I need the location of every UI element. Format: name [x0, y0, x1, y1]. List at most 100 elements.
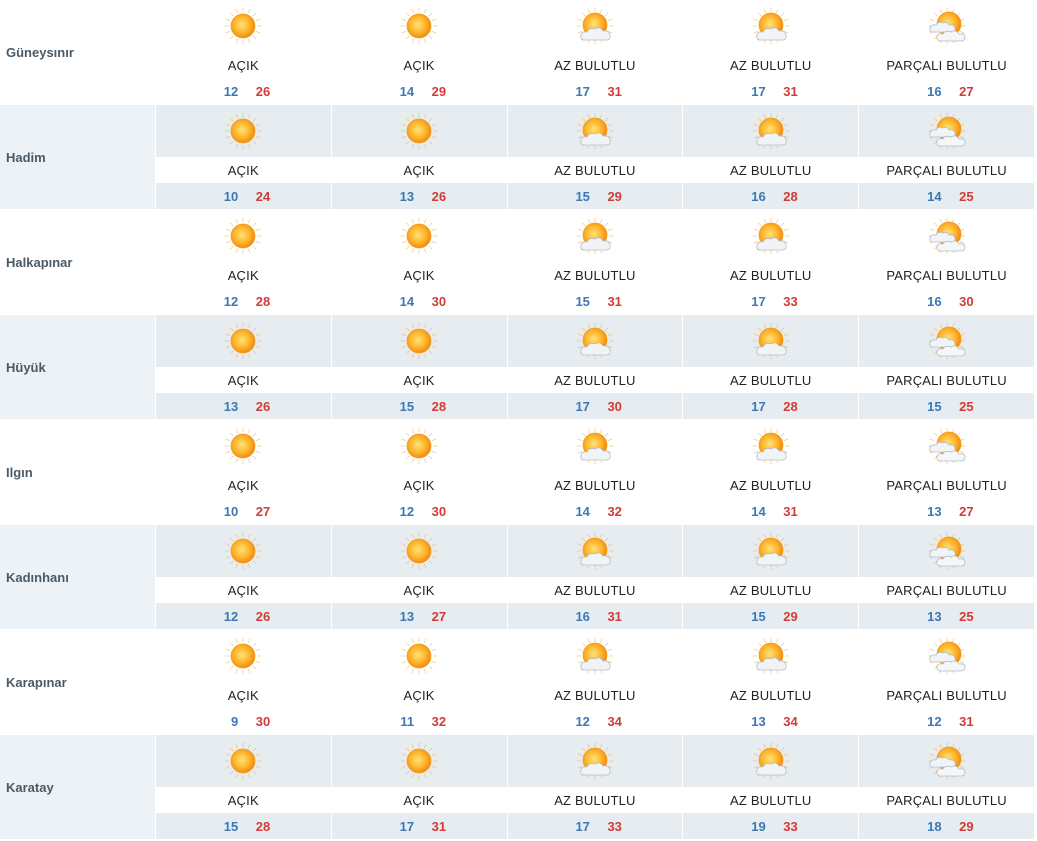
min-temp: 14 [399, 293, 415, 309]
sun-cloud-icon [575, 531, 615, 571]
condition-label: AÇIK [155, 472, 331, 498]
forecast-day-cell: AZ BULUTLU 15 29 [682, 525, 859, 629]
city-name[interactable]: Hüyük [0, 315, 155, 419]
min-temp: 17 [751, 293, 766, 309]
temperature-band: 15 28 [155, 813, 331, 839]
icon-band [507, 420, 683, 472]
icon-band [331, 105, 507, 157]
forecast-day-cell: AZ BULUTLU 17 33 [506, 735, 683, 839]
sun-cloud-icon [751, 636, 791, 676]
min-temp: 16 [575, 608, 590, 624]
sun-icon [223, 741, 263, 781]
icon-band [155, 210, 331, 262]
max-temp: 31 [783, 503, 798, 519]
temperature-band: 17 31 [683, 78, 859, 104]
temperature-band: 12 28 [155, 288, 331, 314]
condition-label: AÇIK [155, 577, 331, 603]
city-name[interactable]: Güneysınır [0, 0, 155, 104]
max-temp: 28 [783, 188, 798, 204]
temperature-band: 10 27 [155, 498, 331, 524]
condition-label: AZ BULUTLU [507, 262, 683, 288]
icon-band [155, 105, 331, 157]
max-temp: 29 [607, 188, 622, 204]
temperature-band: 16 27 [859, 78, 1034, 104]
forecast-day-cell: PARÇALI BULUTLU 12 31 [858, 630, 1034, 734]
forecast-day-cell: AZ BULUTLU 17 31 [682, 0, 859, 104]
temperature-band: 14 32 [507, 498, 683, 524]
min-temp: 17 [399, 818, 415, 834]
min-temp: 10 [223, 503, 239, 519]
condition-label: PARÇALI BULUTLU [859, 577, 1034, 603]
min-temp: 17 [751, 83, 766, 99]
condition-label: AÇIK [331, 262, 507, 288]
city-name[interactable]: Kadınhanı [0, 525, 155, 629]
min-temp: 12 [223, 608, 239, 624]
city-name[interactable]: Halkapınar [0, 210, 155, 314]
city-name[interactable]: Karapınar [0, 630, 155, 734]
icon-band [683, 630, 859, 682]
icon-band [331, 735, 507, 787]
icon-band [331, 315, 507, 367]
max-temp: 26 [431, 188, 447, 204]
forecast-table: Güneysınır AÇIK 12 26 AÇIK 14 29 AZ BULU… [0, 0, 1034, 840]
condition-label: AÇIK [331, 472, 507, 498]
icon-band [331, 0, 507, 52]
condition-label: AÇIK [331, 367, 507, 393]
min-temp: 17 [575, 818, 590, 834]
condition-label: AZ BULUTLU [507, 472, 683, 498]
min-temp: 17 [575, 398, 590, 414]
sun-icon [399, 111, 439, 151]
forecast-day-cell: AÇIK 15 28 [154, 735, 331, 839]
forecast-day-cell: AÇIK 13 27 [330, 525, 507, 629]
max-temp: 30 [431, 293, 447, 309]
min-temp: 10 [223, 188, 239, 204]
forecast-day-cell: AZ BULUTLU 17 30 [506, 315, 683, 419]
min-temp: 16 [927, 293, 942, 309]
temperature-band: 13 27 [859, 498, 1034, 524]
max-temp: 28 [255, 818, 271, 834]
min-temp: 13 [927, 503, 942, 519]
sun-cloud-icon [751, 216, 791, 256]
max-temp: 33 [783, 818, 798, 834]
max-temp: 30 [255, 713, 271, 729]
forecast-day-cell: AÇIK 12 26 [154, 0, 331, 104]
min-temp: 14 [927, 188, 942, 204]
condition-label: AZ BULUTLU [507, 682, 683, 708]
temperature-band: 15 29 [507, 183, 683, 209]
forecast-row: Ilgın AÇIK 10 27 AÇIK 12 30 AZ BULUTLU 1… [0, 420, 1034, 525]
min-temp: 14 [399, 83, 415, 99]
partly-cloudy-icon [927, 216, 967, 256]
min-temp: 15 [751, 608, 766, 624]
max-temp: 29 [431, 83, 447, 99]
city-name[interactable]: Ilgın [0, 420, 155, 524]
icon-band [507, 735, 683, 787]
temperature-band: 12 26 [155, 603, 331, 629]
condition-label: AÇIK [155, 157, 331, 183]
temperature-band: 12 34 [507, 708, 683, 734]
forecast-day-cell: PARÇALI BULUTLU 15 25 [858, 315, 1034, 419]
city-name[interactable]: Karatay [0, 735, 155, 839]
icon-band [683, 105, 859, 157]
temperature-band: 15 29 [683, 603, 859, 629]
forecast-row: Karapınar AÇIK 9 30 AÇIK 11 32 AZ BULUTL… [0, 630, 1034, 735]
city-name[interactable]: Hadim [0, 105, 155, 209]
icon-band [507, 0, 683, 52]
sun-cloud-icon [575, 111, 615, 151]
max-temp: 29 [783, 608, 798, 624]
condition-label: AÇIK [331, 157, 507, 183]
condition-label: AZ BULUTLU [507, 577, 683, 603]
condition-label: PARÇALI BULUTLU [859, 367, 1034, 393]
temperature-band: 11 32 [331, 708, 507, 734]
max-temp: 28 [431, 398, 447, 414]
temperature-band: 13 26 [331, 183, 507, 209]
forecast-day-cell: AÇIK 14 29 [330, 0, 507, 104]
condition-label: AZ BULUTLU [683, 682, 859, 708]
icon-band [507, 315, 683, 367]
forecast-row: Karatay AÇIK 15 28 AÇIK 17 31 AZ BULUTLU… [0, 735, 1034, 840]
forecast-day-cell: PARÇALI BULUTLU 18 29 [858, 735, 1034, 839]
max-temp: 28 [255, 293, 271, 309]
min-temp: 16 [927, 83, 942, 99]
forecast-row: Güneysınır AÇIK 12 26 AÇIK 14 29 AZ BULU… [0, 0, 1034, 105]
sun-cloud-icon [575, 636, 615, 676]
forecast-day-cell: AZ BULUTLU 17 33 [682, 210, 859, 314]
